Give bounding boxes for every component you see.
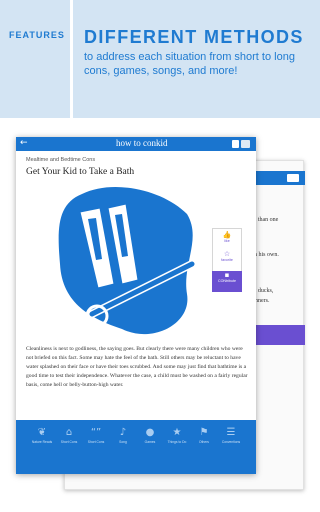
nav-label: Short Cons [87,440,105,444]
side-action-panel: 👍 like ☆ favorite ▪ CONtribute [212,228,242,292]
comment-icon: ▪ [224,271,230,279]
music-note-icon: ♪ [119,427,127,438]
nav-item[interactable]: ⚑ Others [192,427,216,444]
nav-label: Games [144,440,156,444]
nav-item[interactable]: ★ Things to Do [165,427,189,444]
bookmark-icon[interactable] [232,140,239,148]
nav-label: Nature Reads [31,440,53,444]
nav-label: Things to Do [167,440,187,444]
nav-label: Short Cons [60,440,78,444]
nav-label: Song [119,440,127,444]
features-tag: FEATURES [9,30,65,40]
article-body: Cleanliness is next to godliness, the sa… [26,346,248,388]
nav-item[interactable]: ⌂ Short Cons [57,427,81,444]
banner-divider [70,0,73,118]
like-label: like [224,239,230,243]
nav-item[interactable]: ♪ Song [111,427,135,444]
favorite-button[interactable]: ☆ favorite [213,250,241,262]
nav-item[interactable]: “” Short Cons [84,427,108,444]
flippers-snorkel-illustration [58,186,196,335]
star-icon: ☆ [223,250,231,258]
banner-subline: to address each situation from short to … [84,51,295,77]
contribute-label: CONtribute [218,279,236,283]
bottom-nav: ❦ Nature Reads ⌂ Short Cons “” Short Con… [16,420,256,474]
ball-icon: ● [145,427,155,438]
back-arrow-icon[interactable]: ← [20,138,28,148]
nav-item[interactable]: ☰ Conventions [219,427,243,444]
features-banner: FEATURES DIFFERENT METHODS to address ea… [0,0,320,118]
secondary-menu-icon[interactable] [287,174,299,182]
nav-item[interactable]: ❦ Nature Reads [30,427,54,444]
breadcrumb-category[interactable]: Mealtime and Bedtime Cons [26,157,95,163]
menu-icon[interactable] [241,140,250,148]
app-screen: ← how to conkid Mealtime and Bedtime Con… [16,137,256,474]
app-logo: how to conkid [116,138,168,148]
like-button[interactable]: 👍 like [213,231,241,243]
nav-label: Others [199,440,209,444]
trophy-icon: ★ [172,427,182,438]
house-icon: ⌂ [65,427,73,438]
flag-icon: ⚑ [199,427,209,438]
banner-headline: DIFFERENT METHODS [84,27,304,47]
quote-icon: “” [90,427,102,438]
contribute-button[interactable]: ▪ CONtribute [212,271,242,292]
page-title: Get Your Kid to Take a Bath [26,167,135,177]
favorite-label: favorite [221,258,233,262]
nav-item[interactable]: ● Games [138,427,162,444]
thumbs-up-icon: 👍 [222,231,232,239]
nav-label: Conventions [221,440,241,444]
list-icon: ☰ [226,427,236,438]
secondary-purple-button[interactable] [251,325,305,345]
bird-icon: ❦ [37,427,47,438]
app-topbar: ← how to conkid [16,137,256,151]
